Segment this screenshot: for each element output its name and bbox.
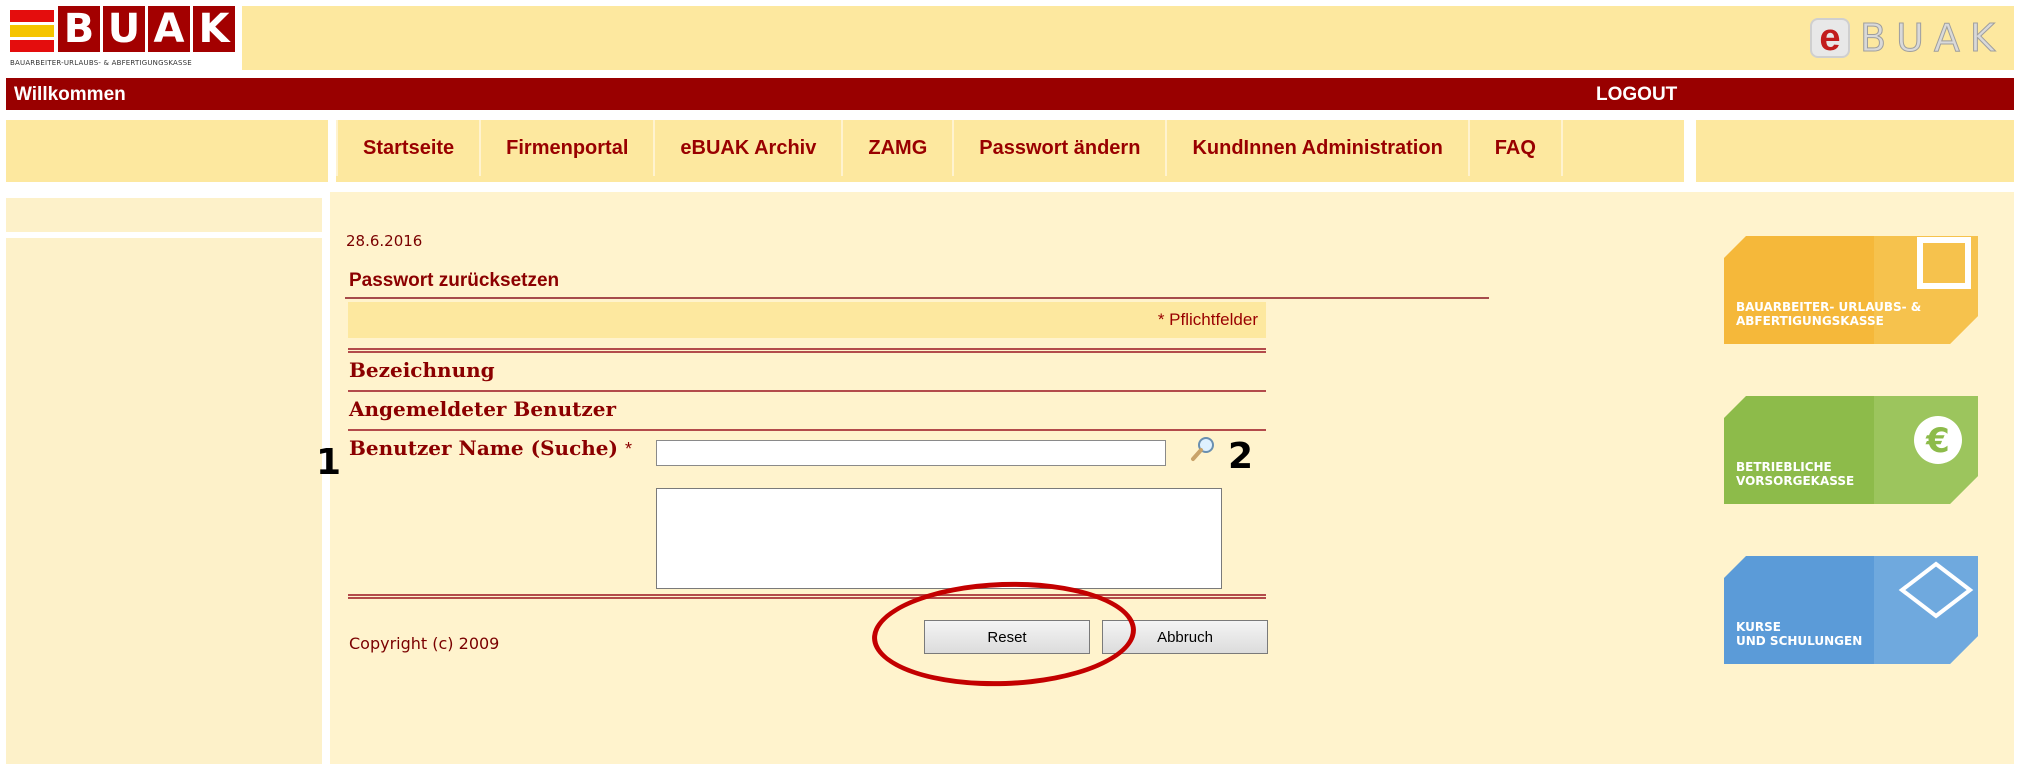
- required-note-box: [348, 302, 1266, 338]
- section-line: [348, 390, 1266, 392]
- logo-letter: K: [193, 6, 235, 52]
- header-band: [242, 6, 2014, 70]
- form-bottom-divider: [348, 594, 1266, 599]
- required-marker: *: [624, 439, 632, 459]
- logo-letter: B: [58, 6, 100, 52]
- nav-right-band: [1696, 120, 2014, 182]
- tile-label: KURSE UND SCHULUNGEN: [1736, 620, 1863, 648]
- nav-item-faq[interactable]: FAQ: [1470, 120, 1563, 176]
- section-divider: [348, 348, 1266, 353]
- logo-letter: A: [148, 6, 190, 52]
- section-designation: Bezeichnung: [349, 358, 495, 382]
- nav-left-band: [6, 120, 328, 182]
- logo-subtitle: BAUARBEITER-URLAUBS- & ABFERTIGUNGSKASSE: [10, 59, 192, 67]
- left-column-header: [6, 198, 322, 232]
- required-fields-note: * Pflichtfelder: [1157, 310, 1258, 329]
- tile-label: BAUARBEITER- URLAUBS- & ABFERTIGUNGSKASS…: [1736, 300, 1922, 328]
- nav-item-ebuak-archiv[interactable]: eBUAK Archiv: [655, 120, 844, 176]
- logout-link[interactable]: LOGOUT: [1596, 84, 1677, 106]
- svg-text:€: €: [1925, 421, 1950, 461]
- section-logged-user: Angemeldeter Benutzer: [349, 397, 616, 421]
- ebuak-e-icon: e: [1810, 18, 1850, 58]
- welcome-bar: [6, 78, 2014, 110]
- ebuak-logo-text: BUAK: [1860, 16, 2005, 61]
- username-search-label-text: Benutzer Name (Suche): [349, 436, 618, 460]
- username-search-label: Benutzer Name (Suche) *: [349, 436, 632, 460]
- nav-item-zamg[interactable]: ZAMG: [843, 120, 955, 176]
- nav-item-startseite[interactable]: Startseite: [336, 120, 482, 176]
- search-icon[interactable]: [1188, 434, 1218, 464]
- nav-item-kundinnen-administration[interactable]: KundInnen Administration: [1167, 120, 1470, 176]
- buak-logo-mark: [10, 10, 54, 52]
- nav-item-passwort-aendern[interactable]: Passwort ändern: [954, 120, 1168, 176]
- tile-betriebliche-vorsorgekasse[interactable]: € BETRIEBLICHE VORSORGEKASSE: [1724, 396, 1978, 504]
- main-navigation: Startseite Firmenportal eBUAK Archiv ZAM…: [336, 120, 1563, 176]
- copyright-text: Copyright (c) 2009: [349, 634, 500, 653]
- welcome-text: Willkommen: [14, 84, 126, 105]
- current-date: 28.6.2016: [346, 232, 423, 250]
- tile-kurse-schulungen[interactable]: KURSE UND SCHULUNGEN: [1724, 556, 1978, 664]
- page-title: Passwort zurücksetzen: [349, 270, 560, 291]
- username-search-input[interactable]: [656, 440, 1166, 466]
- left-column: [6, 238, 322, 764]
- nav-item-firmenportal[interactable]: Firmenportal: [481, 120, 656, 176]
- logo-letter: U: [103, 6, 145, 52]
- tile-label: BETRIEBLICHE VORSORGEKASSE: [1736, 460, 1855, 488]
- title-divider: [345, 297, 1489, 299]
- annotation-marker-2: 2: [1228, 436, 1254, 477]
- annotation-marker-1: 1: [316, 442, 342, 483]
- section-line: [348, 429, 1266, 431]
- buak-logo-letters: B U A K: [58, 6, 235, 54]
- search-results-box[interactable]: [656, 488, 1222, 589]
- tile-bauarbeiter-urlaubskasse[interactable]: BAUARBEITER- URLAUBS- & ABFERTIGUNGSKASS…: [1724, 236, 1978, 344]
- ebuak-logo: e BUAK: [1810, 12, 2010, 64]
